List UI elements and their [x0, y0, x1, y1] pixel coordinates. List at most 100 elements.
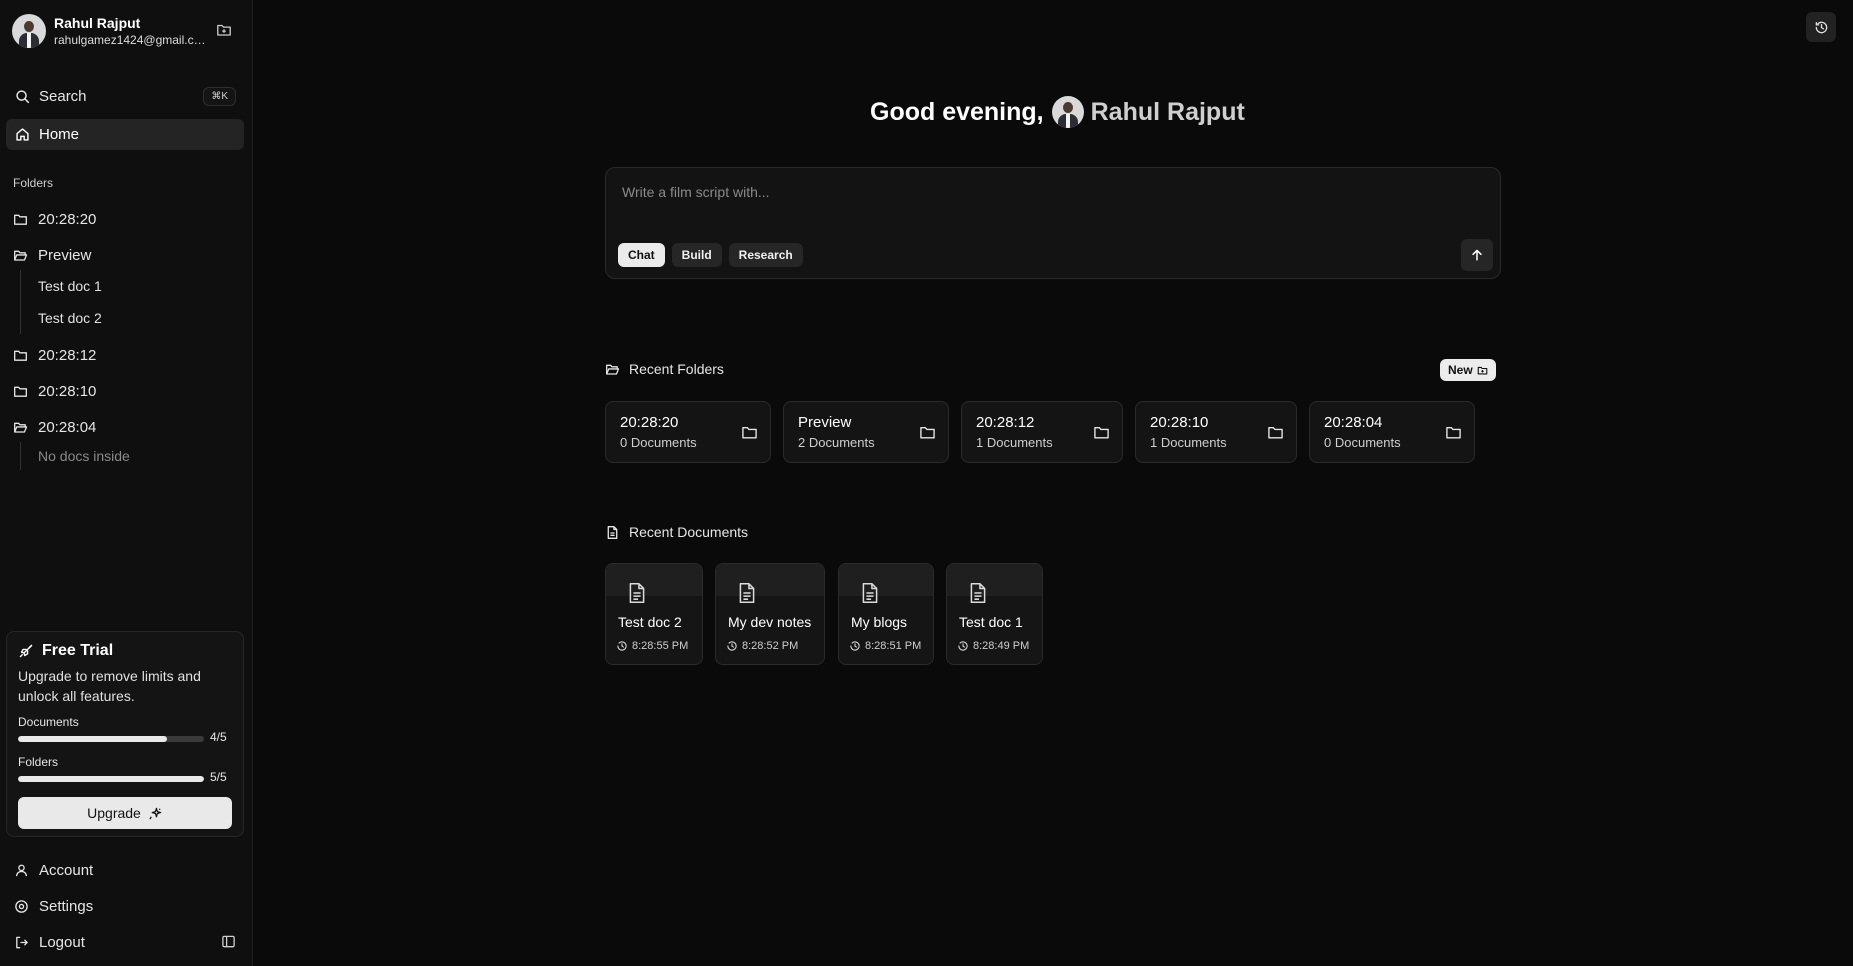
rocket-icon: [18, 643, 34, 659]
documents-meter-fill: [18, 736, 167, 742]
folder-card-count: 1 Documents: [976, 435, 1053, 450]
folder-card[interactable]: 20:28:04 0 Documents: [1309, 401, 1475, 463]
document-icon: [859, 581, 881, 605]
sidebar-toggle-icon: [221, 934, 236, 949]
settings-label: Settings: [39, 897, 94, 915]
user-profile[interactable]: Rahul Rajput rahulgamez1424@gmail.com: [12, 13, 242, 49]
folder-card-name: 20:28:10: [1150, 414, 1209, 431]
folder-icon: [741, 424, 758, 441]
sidebar-item-logout[interactable]: Logout: [6, 928, 244, 956]
folders-heading: Folders: [13, 176, 54, 190]
mode-research-button[interactable]: Research: [728, 243, 803, 267]
upgrade-button[interactable]: Upgrade: [18, 797, 232, 829]
upgrade-label: Upgrade: [87, 805, 141, 821]
folder-icon: [13, 383, 29, 399]
document-card[interactable]: My dev notes 8:28:52 PM: [715, 563, 825, 665]
folder-icon: [919, 424, 936, 441]
search-shortcut-badge: ⌘K: [203, 87, 236, 106]
document-card-name: My dev notes: [728, 614, 812, 630]
greeting-heading: Good evening, Rahul Rajput: [870, 95, 1245, 129]
folder-card-count: 0 Documents: [620, 435, 697, 450]
folder-card-count: 0 Documents: [1324, 435, 1401, 450]
user-name: Rahul Rajput: [54, 14, 141, 31]
clock-icon: [849, 640, 861, 652]
document-card-name: My blogs: [851, 614, 908, 630]
sidebar: Rahul Rajput rahulgamez1424@gmail.com Se…: [0, 0, 253, 966]
folder-card-count: 2 Documents: [798, 435, 875, 450]
send-button[interactable]: [1461, 239, 1493, 271]
prompt-composer: Chat Build Research: [605, 167, 1501, 279]
document-card-name: Test doc 2: [618, 614, 682, 630]
sidebar-folder-item[interactable]: Preview: [6, 241, 244, 269]
empty-folder-text: No docs inside: [38, 448, 130, 464]
clock-icon: [726, 640, 738, 652]
document-card-time: 8:28:51 PM: [849, 640, 921, 652]
sidebar-folder-item[interactable]: 20:28:10: [6, 377, 244, 405]
folder-card[interactable]: 20:28:12 1 Documents: [961, 401, 1123, 463]
account-label: Account: [39, 861, 94, 879]
arrow-up-icon: [1470, 248, 1484, 262]
greeting-text: Good evening,: [870, 97, 1044, 126]
user-email: rahulgamez1424@gmail.com: [54, 32, 210, 47]
folder-name: 20:28:04: [38, 418, 97, 436]
sidebar-folder-item[interactable]: 20:28:12: [6, 341, 244, 369]
mode-chat-button[interactable]: Chat: [618, 243, 665, 267]
folder-card[interactable]: 20:28:20 0 Documents: [605, 401, 771, 463]
document-icon: [736, 581, 758, 605]
recent-folders-title: Recent Folders: [629, 361, 724, 377]
folder-open-icon: [605, 362, 620, 377]
new-folder-button[interactable]: [214, 20, 234, 40]
document-icon: [626, 581, 648, 605]
folders-meter-count: 5/5: [210, 770, 227, 784]
sidebar-toggle-button[interactable]: [219, 932, 237, 950]
sidebar-item-account[interactable]: Account: [6, 856, 244, 884]
folder-card-name: Preview: [798, 414, 852, 431]
document-card-time-text: 8:28:51 PM: [865, 640, 922, 652]
document-card-time: 8:28:55 PM: [616, 640, 688, 652]
new-label: New: [1448, 363, 1473, 377]
recent-documents-heading: Recent Documents: [605, 524, 748, 540]
document-card[interactable]: My blogs 8:28:51 PM: [838, 563, 934, 665]
document-card[interactable]: Test doc 2 8:28:55 PM: [605, 563, 703, 665]
sidebar-item-home[interactable]: Home: [6, 119, 244, 150]
avatar: [12, 14, 46, 48]
new-folder-button[interactable]: New: [1440, 359, 1496, 381]
folder-icon: [13, 211, 29, 227]
logout-label: Logout: [39, 933, 85, 951]
trial-title: Free Trial: [18, 642, 113, 660]
folder-icon: [1267, 424, 1284, 441]
sparkle-icon: [148, 806, 163, 821]
document-card-time: 8:28:49 PM: [957, 640, 1029, 652]
folder-icon: [1445, 424, 1462, 441]
document-card-header: [716, 564, 824, 596]
folder-card-name: 20:28:04: [1324, 414, 1383, 431]
sidebar-doc-item[interactable]: Test doc 2: [21, 302, 102, 334]
home-icon: [14, 127, 30, 143]
sidebar-folder-item[interactable]: 20:28:04: [6, 413, 244, 441]
document-card-time-text: 8:28:49 PM: [973, 640, 1030, 652]
prompt-input[interactable]: [622, 180, 1472, 204]
sidebar-folder-item[interactable]: 20:28:20: [6, 205, 244, 233]
documents-meter: [18, 736, 204, 742]
folder-plus-icon: [216, 22, 232, 38]
folder-card-count: 1 Documents: [1150, 435, 1227, 450]
search-label: Search: [39, 88, 87, 105]
trial-description: Upgrade to remove limits and unlock all …: [18, 668, 201, 704]
history-button[interactable]: [1806, 12, 1836, 42]
folder-card-name: 20:28:12: [976, 414, 1035, 431]
folder-card[interactable]: 20:28:10 1 Documents: [1135, 401, 1297, 463]
document-card-header: [839, 564, 933, 596]
sidebar-doc-item[interactable]: Test doc 1: [21, 270, 102, 302]
document-card-time: 8:28:52 PM: [726, 640, 798, 652]
clock-icon: [957, 640, 969, 652]
mode-tabs: Chat Build Research: [618, 243, 810, 267]
search-button[interactable]: Search ⌘K: [6, 81, 244, 112]
sidebar-item-settings[interactable]: Settings: [6, 892, 244, 920]
home-label: Home: [39, 126, 80, 143]
documents-meter-label: Documents: [18, 715, 79, 729]
document-card[interactable]: Test doc 1 8:28:49 PM: [946, 563, 1043, 665]
folder-plus-icon: [1477, 365, 1488, 376]
folder-card[interactable]: Preview 2 Documents: [783, 401, 949, 463]
user-icon: [14, 862, 30, 878]
mode-build-button[interactable]: Build: [671, 243, 722, 267]
